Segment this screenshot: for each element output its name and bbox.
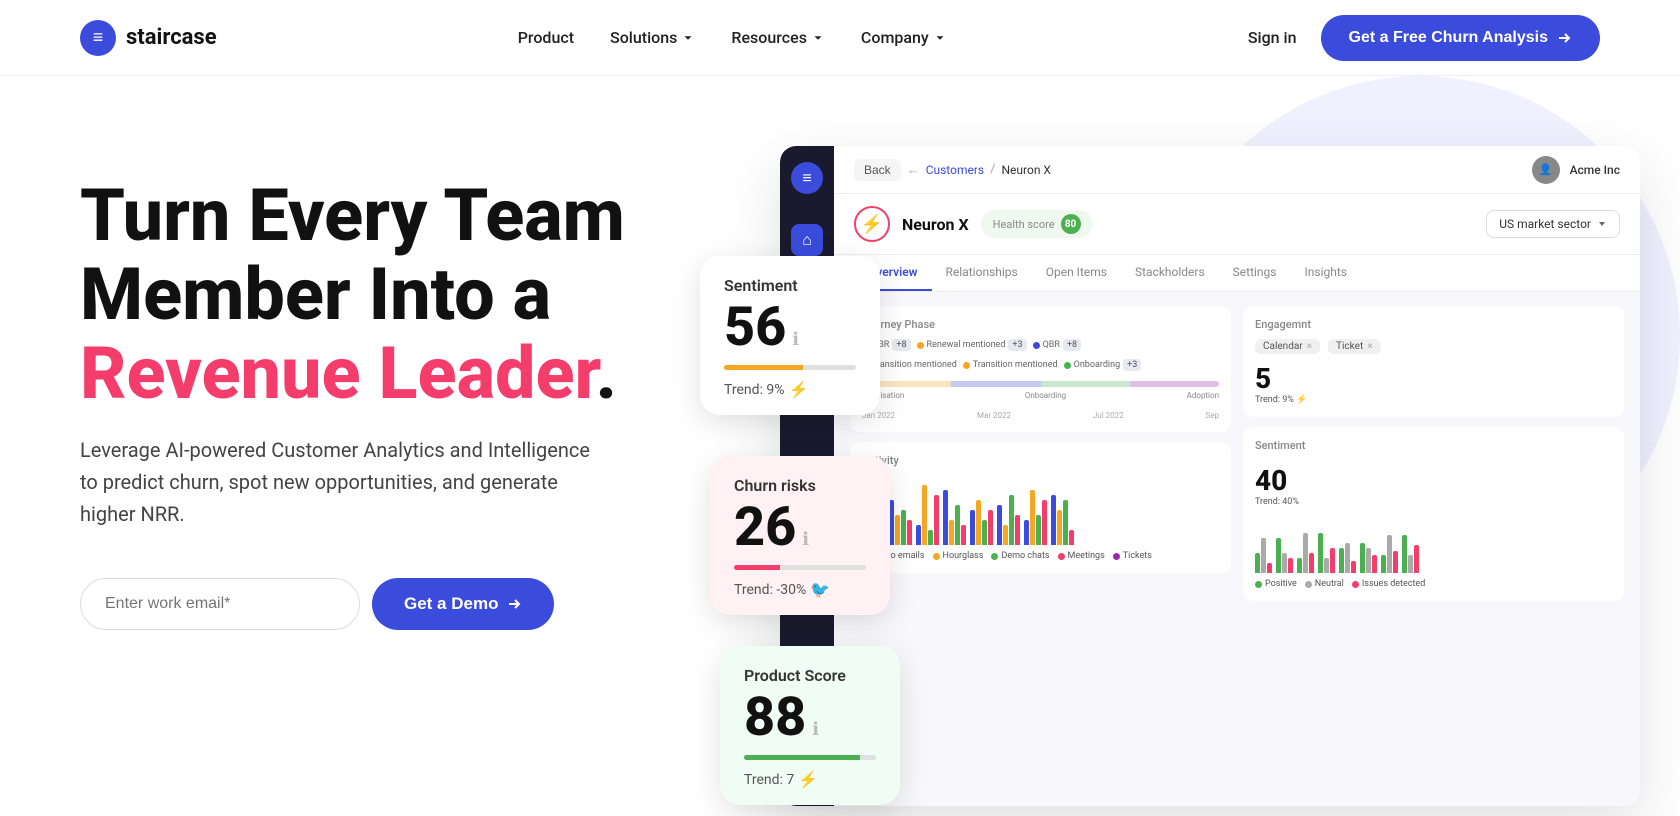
tab-insights[interactable]: Insights xyxy=(1290,255,1360,291)
nav-links: Product Solutions Resources Company xyxy=(518,28,947,47)
arrow-right-icon xyxy=(1556,30,1572,46)
sidebar-logo: ≡ xyxy=(791,162,823,194)
tab-open-items[interactable]: Open Items xyxy=(1032,255,1121,291)
journey-section: Journey Phase QBR+8 Renewal mentioned+3 … xyxy=(850,306,1231,432)
chevron-down-icon xyxy=(933,31,947,45)
customer-icon: ⚡ xyxy=(854,206,890,242)
navbar: ≡ staircase Product Solutions Resources … xyxy=(0,0,1680,76)
signin-button[interactable]: Sign in xyxy=(1248,28,1297,47)
dashboard-frame: ≡ ⌂ 📊 👥 ⚙ Back ← Customers / Neuron X xyxy=(780,146,1640,806)
nav-right: Sign in Get a Free Churn Analysis xyxy=(1248,15,1600,61)
sector-select[interactable]: US market sector xyxy=(1486,210,1620,238)
arrow-right-icon xyxy=(506,596,522,612)
hero-subtitle: Leverage AI-powered Customer Analytics a… xyxy=(80,434,600,530)
hero-section: Turn Every Team Member Into a Revenue Le… xyxy=(0,76,1680,816)
sentiment-trend: Trend: 9% ⚡ xyxy=(724,380,856,399)
chevron-down-icon xyxy=(681,31,695,45)
sentiment-section: Sentiment 40 Trend: 40% Positive Neutral… xyxy=(1243,427,1624,601)
chevron-down-icon xyxy=(811,31,825,45)
hero-form: Get a Demo xyxy=(80,578,720,630)
churn-analysis-button[interactable]: Get a Free Churn Analysis xyxy=(1321,15,1600,61)
nav-solutions[interactable]: Solutions xyxy=(610,28,695,47)
sentiment-bar xyxy=(724,365,856,370)
engagement-tags: Calendar × Ticket × xyxy=(1255,339,1612,354)
logo-icon: ≡ xyxy=(80,20,116,56)
sentiment-card: Sentiment 56 ℹ Trend: 9% ⚡ xyxy=(700,256,880,415)
engagement-section: Engagemnt Calendar × Ticket × 5 Trend: 9… xyxy=(1243,306,1624,417)
tab-relationships[interactable]: Relationships xyxy=(932,255,1032,291)
topbar-right: 👤 Acme Inc xyxy=(1532,156,1620,184)
activity-chart xyxy=(862,475,1219,545)
breadcrumb: Back ← Customers / Neuron X xyxy=(854,159,1051,181)
user-avatar: 👤 xyxy=(1532,156,1560,184)
get-demo-button[interactable]: Get a Demo xyxy=(372,578,554,630)
email-input[interactable] xyxy=(80,578,360,630)
activity-legend: Demo emails Hourglass Demo chats Meeting… xyxy=(862,551,1219,561)
customer-header: ⚡ Neuron X Health score 80 US market sec… xyxy=(834,194,1640,255)
churn-card: Churn risks 26 ℹ Trend: -30% 🐦 xyxy=(710,456,890,615)
nav-product[interactable]: Product xyxy=(518,28,574,47)
sentiment-chart xyxy=(1255,513,1612,573)
hero-right: Sentiment 56 ℹ Trend: 9% ⚡ Churn risks 2… xyxy=(720,136,1600,816)
product-score-card: Product Score 88 ℹ Trend: 7 ⚡ xyxy=(720,646,900,805)
health-score-dot: 80 xyxy=(1061,214,1081,234)
tab-stackholders[interactable]: Stackholders xyxy=(1121,255,1219,291)
dashboard-topbar: Back ← Customers / Neuron X 👤 Acme Inc xyxy=(834,146,1640,194)
product-trend: Trend: 7 ⚡ xyxy=(744,770,876,789)
hero-title: Turn Every Team Member Into a Revenue Le… xyxy=(80,176,720,414)
health-badge: Health score 80 xyxy=(981,210,1093,238)
logo[interactable]: ≡ staircase xyxy=(80,20,217,56)
sidebar-home-icon[interactable]: ⌂ xyxy=(791,224,823,256)
activity-section: Activity Demo emails Hourglass Demo chat… xyxy=(850,442,1231,573)
nav-company[interactable]: Company xyxy=(861,28,947,47)
sentiment-legend: Positive Neutral Issues detected xyxy=(1255,579,1612,589)
hero-left: Turn Every Team Member Into a Revenue Le… xyxy=(80,136,720,630)
tab-settings[interactable]: Settings xyxy=(1219,255,1291,291)
churn-bar xyxy=(734,565,866,570)
chevron-down-icon xyxy=(1597,219,1607,229)
logo-text: staircase xyxy=(126,25,217,50)
churn-trend: Trend: -30% 🐦 xyxy=(734,580,866,599)
dashboard-tabs: Overview Relationships Open Items Stackh… xyxy=(834,255,1640,292)
product-bar xyxy=(744,755,876,760)
back-button[interactable]: Back xyxy=(854,159,901,181)
nav-resources[interactable]: Resources xyxy=(731,28,825,47)
